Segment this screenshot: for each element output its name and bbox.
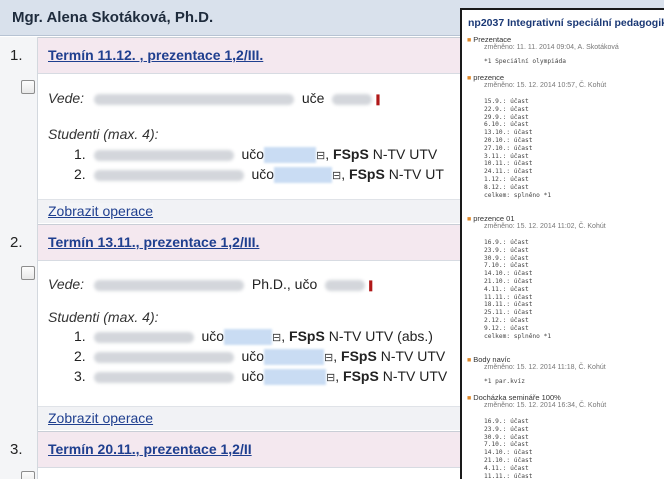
redacted-name [93, 149, 234, 161]
section-name: Body navíc [473, 355, 511, 364]
redacted-name [93, 371, 234, 383]
student-program: N-TV UTV [372, 146, 438, 162]
student-uco: učo [201, 328, 225, 344]
redacted-uco [264, 349, 325, 366]
section-name: Prezentace [473, 35, 512, 44]
student-row: 1. učo ⊟, FSpS N-TV UTV (abs.) [74, 328, 433, 346]
term-title-link[interactable]: Termín 13.11., prezentace 1,2/III. [48, 234, 259, 250]
student-program: N-TV UTV (abs.) [328, 328, 433, 344]
pc-icon: ⊟ [316, 149, 326, 162]
notebook-section[interactable]: ■ Prezentace [467, 35, 511, 44]
section-meta: změněno: 15. 12. 2014 16:34, Č. Kohút [484, 402, 607, 409]
redacted-name [93, 169, 244, 181]
student-number: 1. [74, 328, 86, 344]
section-body: *1 par.kvíz [484, 378, 525, 385]
notebook-overlay: np2037 Integrativní speciální pedagogika… [460, 8, 664, 479]
section-name: prezence [473, 73, 505, 82]
term-checkbox[interactable] [21, 471, 35, 479]
section-body: *1 Speciální olympiáda [484, 58, 566, 65]
pc-icon: ⊟ [324, 351, 334, 364]
number-column [0, 37, 38, 479]
pc-icon: ⊟ [272, 331, 282, 344]
pc-icon: ⊟ [326, 371, 336, 384]
student-number: 2. [74, 166, 86, 182]
redacted-uco [264, 147, 317, 164]
student-faculty: FSpS [343, 368, 379, 384]
section-body: 16.9.: účast 23.9.: účast 30.9.: účast 7… [484, 418, 533, 479]
marker-icon: ▌ [376, 94, 383, 105]
student-faculty: FSpS [289, 328, 325, 344]
notebook-section[interactable]: ■ Body navíc [467, 355, 510, 364]
bullet-icon: ■ [467, 357, 472, 364]
vede-line: Ph.D., učo ▌ [90, 276, 376, 292]
term-number: 1. [10, 47, 23, 64]
student-faculty: FSpS [333, 146, 369, 162]
bullet-icon: ■ [467, 216, 472, 223]
notebook-section[interactable]: ■ prezence 01 [467, 214, 515, 223]
section-meta: změněno: 15. 12. 2014 11:02, Č. Kohút [484, 223, 606, 230]
student-uco: učo [251, 166, 275, 182]
term-number: 3. [10, 441, 23, 458]
section-meta: změněno: 15. 12. 2014 11:18, Č. Kohút [484, 364, 606, 371]
student-number: 2. [74, 348, 86, 364]
student-uco: učo [241, 368, 265, 384]
vede-degree-uco: Ph.D., učo [251, 276, 318, 292]
redacted-name [94, 279, 244, 291]
student-row: 1. učo ⊟, FSpS N-TV UTV [74, 146, 438, 164]
vede-label: Vede: [48, 90, 85, 106]
show-operations-link[interactable]: Zobrazit operace [48, 203, 154, 219]
studenti-label: Studenti (max. 4): [48, 309, 159, 325]
redacted-uco [224, 329, 273, 346]
redacted-uco [274, 167, 333, 184]
redacted-name [94, 93, 294, 105]
course-title: np2037 Integrativní speciální pedagogika [468, 17, 664, 29]
student-uco: učo [241, 348, 265, 364]
student-uco: učo [241, 146, 265, 162]
bullet-icon: ■ [467, 395, 472, 402]
term-title-link[interactable]: Termín 20.11., prezentace 1,2/II [48, 441, 252, 457]
student-number: 1. [74, 146, 86, 162]
student-row: 3. učo ⊟, FSpS N-TV UTV [74, 368, 448, 386]
student-program: N-TV UT [388, 166, 444, 182]
student-program: N-TV UTV [382, 368, 448, 384]
student-number: 3. [74, 368, 86, 384]
student-row: 2. učo ⊟, FSpS N-TV UTV [74, 348, 446, 366]
vede-uco: uče [301, 90, 325, 106]
student-program: N-TV UTV [380, 348, 446, 364]
term-number: 2. [10, 234, 23, 251]
student-faculty: FSpS [349, 166, 385, 182]
vede-line: uče ▌ [90, 90, 383, 106]
marker-icon: ▌ [369, 280, 376, 291]
term-checkbox[interactable] [21, 266, 35, 280]
bullet-icon: ■ [467, 37, 472, 44]
section-name: Docházka semináře 100% [473, 393, 561, 402]
studenti-label: Studenti (max. 4): [48, 126, 159, 142]
notebook-section[interactable]: ■ prezence [467, 73, 504, 82]
section-body: 16.9.: účast 23.9.: účast 30.9.: účast 7… [484, 239, 552, 340]
term-title-link[interactable]: Termín 11.12. , prezentace 1,2/III. [48, 47, 263, 63]
student-faculty: FSpS [341, 348, 377, 364]
bullet-icon: ■ [467, 75, 472, 82]
vede-label: Vede: [48, 276, 85, 292]
redacted-uco [264, 369, 327, 386]
section-meta: změněno: 15. 12. 2014 10:57, Č. Kohút [484, 82, 607, 89]
section-name: prezence 01 [473, 214, 515, 223]
redacted-name [93, 351, 234, 363]
pc-icon: ⊟ [332, 169, 342, 182]
student-row: 2. učo ⊟, FSpS N-TV UT [74, 166, 444, 184]
show-operations-link[interactable]: Zobrazit operace [48, 410, 154, 426]
redacted-uco [332, 93, 373, 105]
section-body: 15.9.: účast 22.9.: účast 29.9.: účast 6… [484, 98, 552, 199]
notebook-section[interactable]: ■ Docházka semináře 100% [467, 393, 561, 402]
redacted-name [93, 331, 194, 343]
term-checkbox[interactable] [21, 80, 35, 94]
section-meta: změněno: 11. 11. 2014 09:04, A. Skotákov… [484, 44, 619, 51]
redacted-uco [325, 279, 366, 291]
